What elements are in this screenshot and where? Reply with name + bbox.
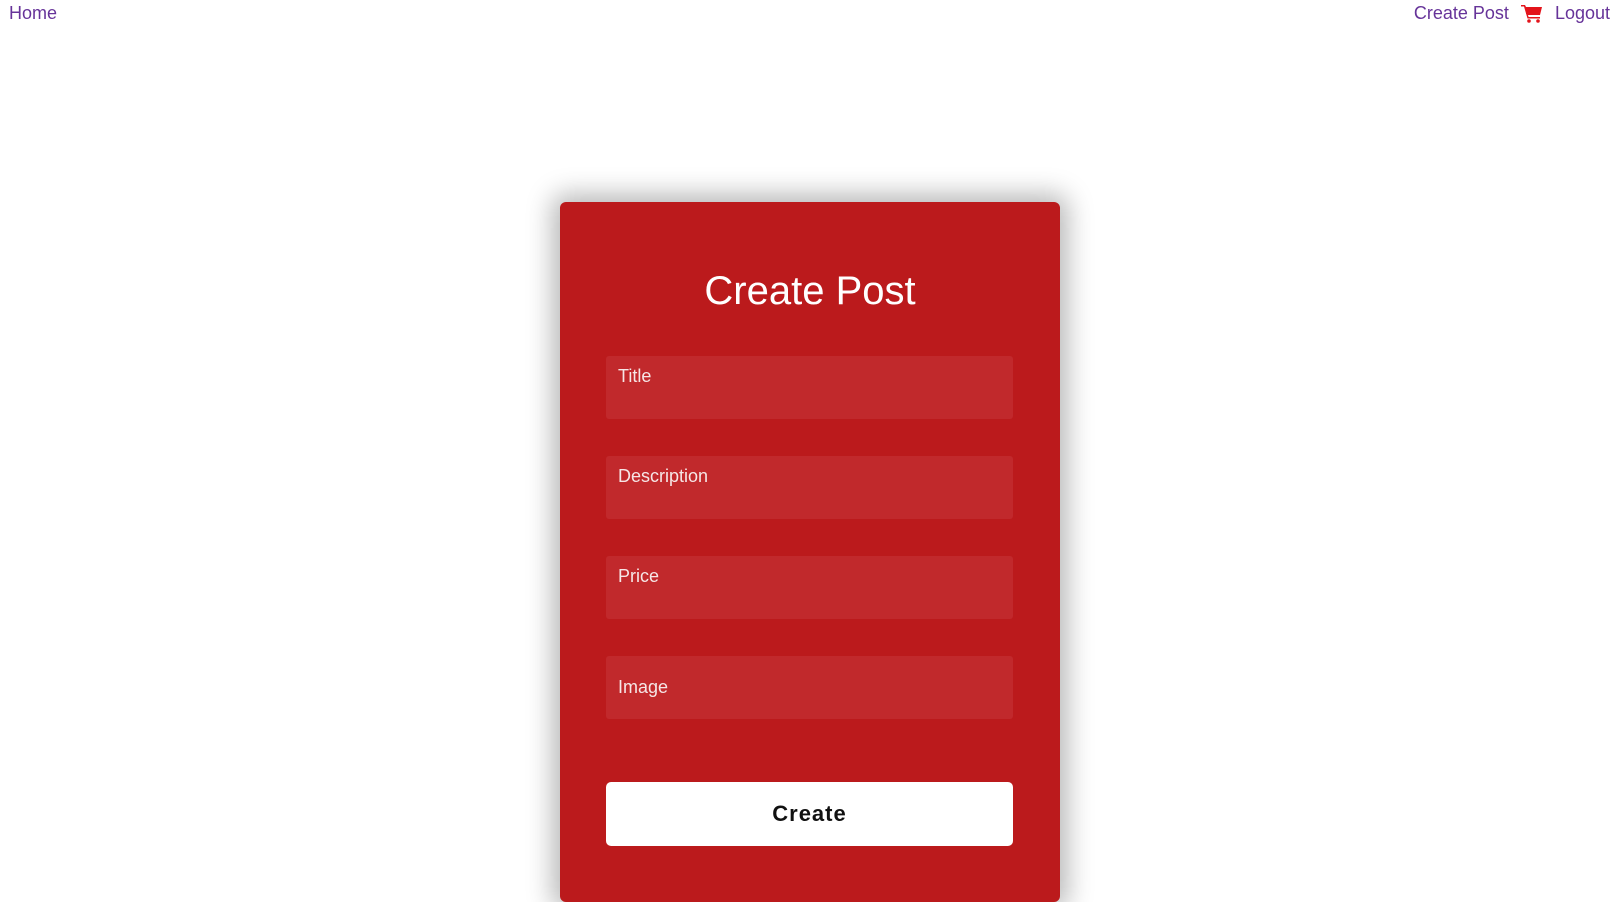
description-field[interactable]: Description	[606, 456, 1013, 519]
title-input[interactable]	[606, 356, 1013, 419]
logout-link[interactable]: Logout	[1555, 2, 1610, 24]
form-title: Create Post	[704, 269, 916, 313]
create-button[interactable]: Create	[606, 782, 1013, 846]
home-link[interactable]: Home	[9, 2, 57, 24]
image-input[interactable]	[606, 656, 1013, 719]
price-field[interactable]: Price	[606, 556, 1013, 619]
top-nav-right: Create Post Logout	[1414, 2, 1610, 24]
shopping-cart-icon[interactable]	[1520, 3, 1543, 23]
create-post-card: Create Post Title Description Price Imag…	[560, 202, 1060, 902]
image-field[interactable]: Image	[606, 656, 1013, 719]
description-input[interactable]	[606, 456, 1013, 519]
price-input[interactable]	[606, 556, 1013, 619]
create-post-link[interactable]: Create Post	[1414, 2, 1509, 24]
title-field[interactable]: Title	[606, 356, 1013, 419]
